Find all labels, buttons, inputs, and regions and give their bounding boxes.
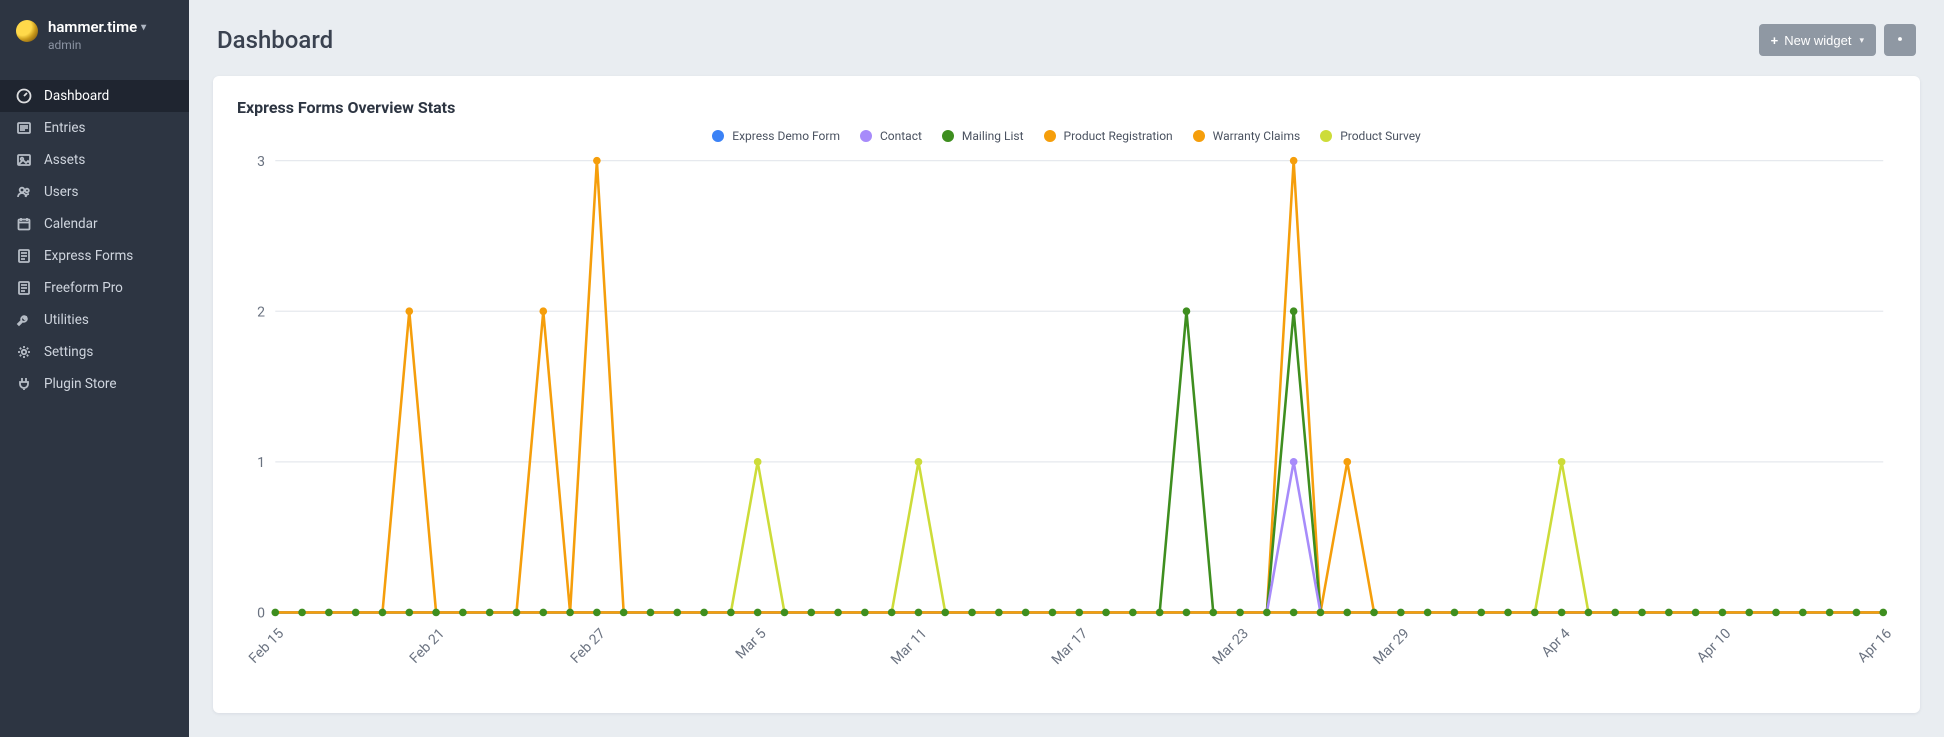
legend-swatch-icon [942, 130, 954, 142]
svg-text:1: 1 [257, 455, 265, 471]
svg-text:Mar 29: Mar 29 [1370, 626, 1412, 668]
legend-item[interactable]: Warranty Claims [1193, 129, 1301, 143]
legend-item[interactable]: Mailing List [942, 129, 1024, 143]
topbar: Dashboard + New widget ▾ [189, 0, 1944, 76]
plug-icon [16, 376, 32, 392]
sidebar-item-calendar[interactable]: Calendar [0, 208, 189, 240]
svg-text:Feb 15: Feb 15 [246, 626, 287, 667]
site-name-label: hammer.time [48, 18, 137, 36]
svg-text:0: 0 [257, 606, 265, 622]
sidebar-item-plugin-store[interactable]: Plugin Store [0, 368, 189, 400]
chart: 0 1 2 3 Feb 15 Feb 21 Feb 27 Mar 5 Mar 11 Mar 17 M… [237, 153, 1896, 689]
sidebar-item-entries[interactable]: Entries [0, 112, 189, 144]
panel-title: Express Forms Overview Stats [237, 98, 1896, 117]
entries-icon [16, 120, 32, 136]
svg-text:Mar 17: Mar 17 [1049, 626, 1091, 668]
svg-text:Mar 11: Mar 11 [888, 626, 930, 668]
topbar-actions: + New widget ▾ [1759, 24, 1916, 56]
page-title: Dashboard [217, 26, 333, 54]
legend-item[interactable]: Express Demo Form [712, 129, 840, 143]
gear-icon [1893, 32, 1907, 49]
sidebar-item-label: Assets [44, 152, 85, 168]
users-icon [16, 184, 32, 200]
image-icon [16, 152, 32, 168]
new-widget-label: New widget [1784, 33, 1851, 48]
site-switcher[interactable]: hammer.time ▾ [48, 18, 146, 36]
sidebar-item-dashboard[interactable]: Dashboard [0, 80, 189, 112]
form-icon [16, 280, 32, 296]
dashboard-icon [16, 88, 32, 104]
chart-legend: Express Demo Form Contact Mailing List Prod… [237, 129, 1896, 143]
sidebar-item-label: Freeform Pro [44, 280, 123, 296]
legend-label: Product Registration [1064, 129, 1173, 143]
sidebar-item-express-forms[interactable]: Express Forms [0, 240, 189, 272]
sidebar-header[interactable]: hammer.time ▾ admin [0, 0, 189, 66]
legend-label: Mailing List [962, 129, 1024, 143]
legend-item[interactable]: Contact [860, 129, 922, 143]
sidebar-item-label: Express Forms [44, 248, 133, 264]
sidebar-item-label: Calendar [44, 216, 98, 232]
new-widget-button[interactable]: + New widget ▾ [1759, 24, 1876, 56]
chevron-down-icon: ▾ [1859, 35, 1864, 46]
sidebar-item-assets[interactable]: Assets [0, 144, 189, 176]
settings-button[interactable] [1884, 24, 1916, 56]
sidebar: hammer.time ▾ admin Dashboard Entries Asse… [0, 0, 189, 737]
chart-canvas: 0 1 2 3 Feb 15 Feb 21 Feb 27 Mar 5 Mar 11 Mar 17 M… [237, 153, 1896, 689]
legend-label: Product Survey [1340, 129, 1421, 143]
sidebar-item-utilities[interactable]: Utilities [0, 304, 189, 336]
site-logo-icon [16, 20, 38, 42]
sidebar-item-label: Entries [44, 120, 86, 136]
legend-swatch-icon [712, 130, 724, 142]
sidebar-item-label: Settings [44, 344, 93, 360]
svg-text:Feb 21: Feb 21 [407, 626, 448, 667]
legend-item[interactable]: Product Survey [1320, 129, 1421, 143]
sidebar-item-settings[interactable]: Settings [0, 336, 189, 368]
gear-icon [16, 344, 32, 360]
svg-text:3: 3 [257, 154, 265, 170]
legend-swatch-icon [1044, 130, 1056, 142]
sidebar-nav: Dashboard Entries Assets Users Calendar Expre… [0, 80, 189, 400]
legend-item[interactable]: Product Registration [1044, 129, 1173, 143]
sidebar-item-label: Dashboard [44, 88, 109, 104]
plus-icon: + [1771, 33, 1779, 48]
legend-swatch-icon [1193, 130, 1205, 142]
svg-text:Apr 4: Apr 4 [1539, 626, 1574, 661]
svg-text:Feb 27: Feb 27 [568, 626, 609, 667]
sidebar-item-users[interactable]: Users [0, 176, 189, 208]
wrench-icon [16, 312, 32, 328]
main: Dashboard + New widget ▾ Express Forms O… [189, 0, 1944, 737]
svg-text:2: 2 [257, 304, 265, 320]
calendar-icon [16, 216, 32, 232]
legend-label: Express Demo Form [732, 129, 840, 143]
stats-panel: Express Forms Overview Stats Express Dem… [213, 76, 1920, 713]
svg-text:Apr 10: Apr 10 [1694, 626, 1734, 666]
sidebar-item-freeform-pro[interactable]: Freeform Pro [0, 272, 189, 304]
legend-label: Warranty Claims [1213, 129, 1301, 143]
form-icon [16, 248, 32, 264]
site-role-label: admin [48, 38, 146, 52]
sidebar-item-label: Plugin Store [44, 376, 117, 392]
chevron-down-icon: ▾ [141, 22, 146, 33]
sidebar-item-label: Utilities [44, 312, 89, 328]
svg-text:Apr 16: Apr 16 [1855, 626, 1895, 666]
legend-swatch-icon [1320, 130, 1332, 142]
legend-swatch-icon [860, 130, 872, 142]
svg-text:Mar 5: Mar 5 [733, 626, 770, 663]
sidebar-item-label: Users [44, 184, 78, 200]
legend-label: Contact [880, 129, 922, 143]
svg-text:Mar 23: Mar 23 [1210, 626, 1252, 668]
